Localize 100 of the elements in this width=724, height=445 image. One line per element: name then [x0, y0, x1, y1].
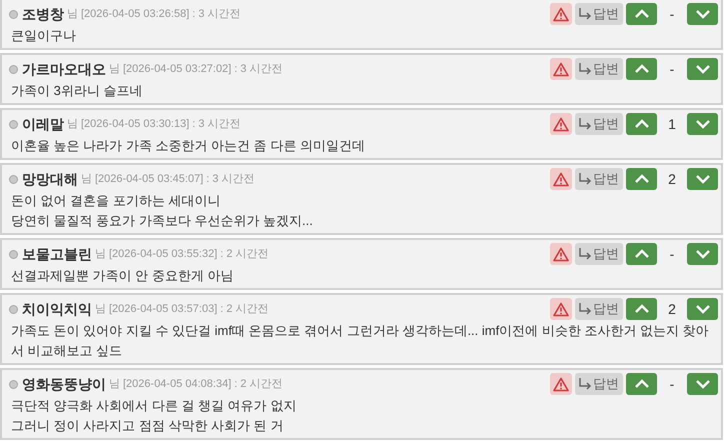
- comment-text: 극단적 양극화 사회에서 다른 걸 챙길 여유가 없지: [10, 397, 298, 415]
- timestamp: [2026-04-05 04:08:34]: [123, 376, 232, 392]
- warning-icon: [553, 246, 569, 262]
- author-name: 가르마오대오: [22, 60, 106, 78]
- warning-icon: [553, 172, 569, 186]
- upvote-button[interactable]: [626, 373, 657, 395]
- reply-arrow-icon: [578, 172, 592, 186]
- warning-icon: [553, 302, 569, 316]
- warning-icon: [553, 6, 569, 22]
- reply-arrow-icon: [578, 117, 592, 131]
- honorific: 님: [67, 116, 78, 132]
- downvote-button[interactable]: [687, 298, 718, 320]
- status-dot: [9, 10, 18, 18]
- report-button[interactable]: [550, 373, 572, 395]
- timestamp: [2026-04-05 03:30:13]: [81, 116, 190, 132]
- reply-button[interactable]: 답변: [575, 58, 623, 80]
- report-button[interactable]: [550, 113, 572, 135]
- honorific: 님: [67, 6, 78, 22]
- timestamp: [2026-04-05 03:26:58]: [81, 6, 190, 22]
- time-ago: : 2 시간전: [220, 246, 269, 262]
- report-button[interactable]: [550, 168, 572, 190]
- warning-icon: [553, 376, 569, 392]
- vote-score: -: [668, 244, 676, 264]
- vote-score: 2: [667, 170, 677, 188]
- status-dot: [9, 120, 18, 128]
- reply-arrow-icon: [578, 62, 592, 76]
- honorific: 님: [95, 302, 106, 317]
- upvote-button[interactable]: [626, 113, 657, 135]
- chevron-up-icon: [634, 304, 650, 314]
- comment-text: 당연히 물질적 풍요가 가족보다 우선순위가 높겠지...: [10, 212, 314, 230]
- report-button[interactable]: [550, 58, 572, 80]
- downvote-button[interactable]: [687, 58, 718, 80]
- reply-button[interactable]: 답변: [575, 298, 623, 320]
- vote-score: 1: [667, 114, 677, 134]
- chevron-down-icon: [694, 64, 710, 74]
- honorific: 님: [81, 172, 92, 187]
- status-dot: [9, 64, 18, 74]
- reply-arrow-icon: [578, 247, 592, 261]
- reply-button[interactable]: 답변: [575, 113, 623, 135]
- honorific: 님: [109, 376, 120, 392]
- chevron-down-icon: [694, 9, 710, 19]
- timestamp: [2026-04-05 03:27:02]: [123, 62, 232, 77]
- comment-text: 이혼율 높은 나라가 가족 소중한거 아는건 좀 다른 의미일건데: [10, 137, 366, 155]
- status-dot: [9, 304, 18, 314]
- reply-button[interactable]: 답변: [575, 3, 623, 25]
- chevron-down-icon: [694, 174, 710, 184]
- report-button[interactable]: [550, 298, 572, 320]
- upvote-button[interactable]: [626, 168, 657, 190]
- vote-score: 2: [667, 300, 677, 318]
- vote-score: -: [668, 374, 676, 394]
- downvote-button[interactable]: [687, 243, 718, 265]
- comment-text: 그러니 정이 사라지고 점점 삭막한 사회가 된 거: [10, 417, 284, 435]
- chevron-up-icon: [634, 379, 650, 389]
- reply-arrow-icon: [578, 302, 592, 316]
- time-ago: : 2 시간전: [220, 302, 269, 317]
- upvote-button[interactable]: [626, 298, 657, 320]
- reply-arrow-icon: [578, 377, 592, 391]
- upvote-button[interactable]: [626, 58, 657, 80]
- status-dot: [9, 380, 18, 388]
- vote-score: -: [668, 60, 676, 78]
- reply-button[interactable]: 답변: [575, 168, 623, 190]
- time-ago: : 3 시간전: [192, 116, 241, 132]
- reply-button[interactable]: 답변: [575, 243, 623, 265]
- timestamp: [2026-04-05 03:45:07]: [95, 172, 204, 187]
- chevron-down-icon: [694, 249, 710, 259]
- reply-arrow-icon: [578, 7, 592, 21]
- downvote-button[interactable]: [687, 113, 718, 135]
- comment-text: 가족도 돈이 있어야 지킬 수 있단걸 imf때 온몸으로 겪어서 그런거라 생각하는데... imf이전에 비슷한 조사한거 없는지 찾아서 비교해보고 싶드: [10, 322, 710, 360]
- timestamp: [2026-04-05 03:55:32]: [109, 246, 218, 262]
- time-ago: : 3 시간전: [192, 6, 241, 22]
- comment-text: 선결과제일뿐 가족이 안 중요한게 아님: [10, 267, 234, 285]
- timestamp: [2026-04-05 03:57:03]: [109, 302, 218, 317]
- author-name: 이레말: [22, 114, 64, 134]
- time-ago: : 2 시간전: [234, 376, 283, 392]
- warning-icon: [553, 116, 569, 132]
- report-button[interactable]: [550, 243, 572, 265]
- warning-icon: [553, 62, 569, 76]
- downvote-button[interactable]: [687, 168, 718, 190]
- time-ago: : 3 시간전: [206, 172, 255, 187]
- comment-text: 큰일이구나: [10, 27, 77, 45]
- time-ago: : 3 시간전: [234, 62, 283, 77]
- chevron-down-icon: [694, 119, 710, 129]
- downvote-button[interactable]: [687, 3, 718, 25]
- comment-text: 가족이 3위라니 슬프네: [10, 82, 144, 100]
- author-name: 치이익치익: [22, 300, 92, 318]
- upvote-button[interactable]: [626, 3, 657, 25]
- chevron-down-icon: [694, 304, 710, 314]
- chevron-down-icon: [694, 379, 710, 389]
- status-dot: [9, 174, 18, 184]
- upvote-button[interactable]: [626, 243, 657, 265]
- chevron-up-icon: [634, 174, 650, 184]
- downvote-button[interactable]: [687, 373, 718, 395]
- author-name: 조병창: [22, 4, 64, 24]
- honorific: 님: [109, 62, 120, 77]
- report-button[interactable]: [550, 3, 572, 25]
- chevron-up-icon: [634, 249, 650, 259]
- reply-button[interactable]: 답변: [575, 373, 623, 395]
- chevron-up-icon: [634, 9, 650, 19]
- author-name: 보물고블린: [22, 244, 92, 264]
- vote-score: -: [668, 4, 676, 24]
